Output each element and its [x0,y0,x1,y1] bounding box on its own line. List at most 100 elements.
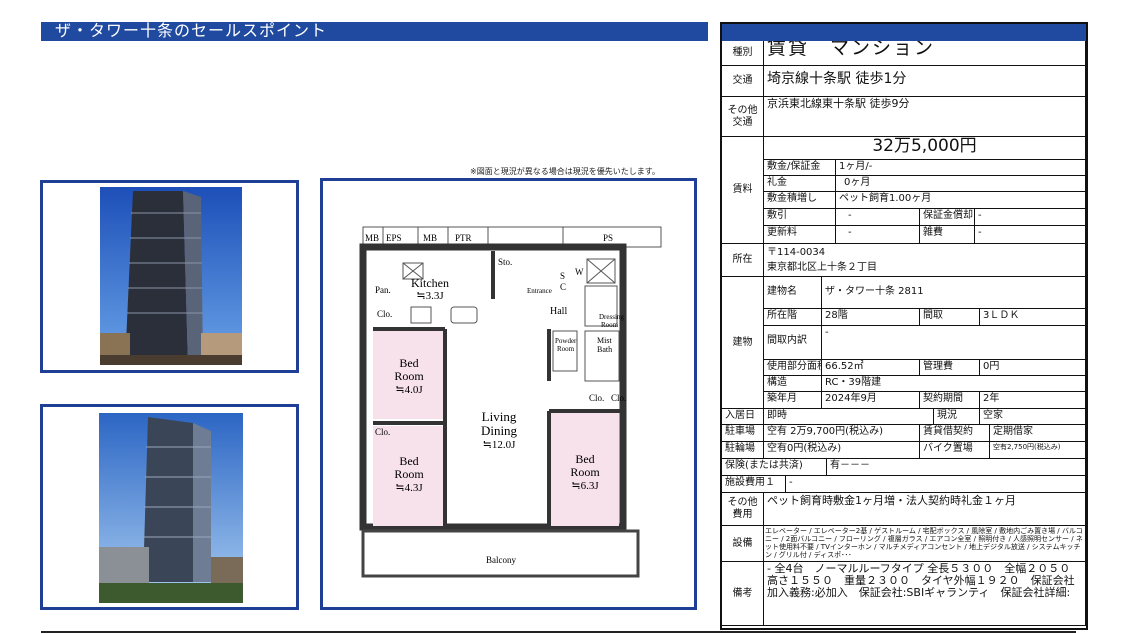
zip-code: 〒114-0034 [767,247,826,258]
key-money-value: 0ヶ月 [836,176,1086,192]
label-kitchen-size: ≒3.3J [416,290,444,302]
bottom-divider [41,631,1076,633]
label-ptr: PTR [455,233,472,243]
misc-label: 雑費 [920,226,975,244]
status-value: 空家 [980,409,1086,425]
label-bed1-size: ≒4.0J [395,384,423,396]
rent-value: 32万5,000円 [764,137,1086,160]
status-label: 現況 [934,409,980,425]
facility-fee-value: - [786,476,1086,493]
deposit-add-label: 敷金積増し [764,192,836,209]
moto-label: バイク置場 [920,442,990,459]
label-clo4: Clo. [611,393,626,403]
facility-fee-label: 施設費用１ [722,476,786,493]
plan-note: ※図面と現況が異なる場合は現況を優先いたします。 [470,167,660,176]
label-bed1-b: Room [394,369,424,383]
layout-label: 間取 [920,309,980,326]
renewal-label: 更新料 [764,226,836,244]
layout-detail-value: - [822,326,1086,360]
label-balcony: Balcony [486,555,516,565]
label-living: Living [482,409,517,424]
address-value: 〒114-0034 東京都北区上十条２丁目 [764,244,1086,277]
label-ps: PS [603,233,613,243]
floor-plan[interactable]: MB EPS MB PTR PS Kitchen ≒3.3J Pan. Clo.… [320,178,697,610]
label-mb2: MB [423,233,437,243]
label-eps: EPS [386,233,402,243]
bike-label: 駐輪場 [722,442,764,459]
building-photo-2[interactable] [40,404,299,610]
equip-label: 設備 [722,526,764,562]
lease-value: 定期借家 [990,425,1086,442]
layout-value: 3ＬＤＫ [980,309,1086,326]
area-value: 66.52㎡ [822,360,920,376]
label-bath: Bath [597,345,612,354]
type-value: 賃貸 マンション [764,41,1086,66]
remarks-value: - 全4台 ノーマルルーフタイプ 全長５３００ 全幅２０５０ 高さ１５５０ 重量… [764,562,1086,626]
built-label: 築年月 [764,392,822,409]
area-label: 使用部分面積 [764,360,822,376]
contract-period-label: 契約期間 [920,392,980,409]
label-clo3: Clo. [589,393,604,403]
parking-value: 空有 2万9,700円(税込み) [764,425,920,442]
other-transit-label: その他交通 [722,97,764,137]
label-clo1: Clo. [377,309,392,319]
property-spec-table: 種別 賃貸 マンション 交通 埼京線十条駅 徒歩1分 その他交通 京浜東北線東十… [720,22,1088,630]
label-mb1: MB [365,233,379,243]
guarantee-label: 保証金償却 [920,209,975,226]
label-entrance: Entrance [527,287,552,295]
rent-label: 賃料 [722,137,764,244]
label-mist: Mist [597,336,612,345]
lease-label: 賃貸借契約 [920,425,990,442]
shikibiki-value: - [836,209,920,226]
bike-value: 空有0円(税込み) [764,442,920,459]
bname-label: 建物名 [764,277,822,309]
label-dressing: Dressing [599,313,624,321]
floor-value: 28階 [822,309,920,326]
label-bed3-b: Room [570,465,600,479]
deposit-label: 敷金/保証金 [764,160,836,176]
floor-label: 所在階 [764,309,822,326]
parking-label: 駐車場 [722,425,764,442]
label-w: W [575,267,584,277]
label-bed2-b: Room [394,467,424,481]
section-title-bar: ザ・タワー十条のセールスポイント [41,21,708,41]
transit-value: 埼京線十条駅 徒歩1分 [764,66,1086,97]
deposit-value: 1ヶ月/- [836,160,1086,176]
structure-label: 構造 [764,376,822,392]
label-clo2: Clo. [375,427,390,437]
label-bed2: Bed [399,454,418,468]
label-powder-b: Room [557,345,575,353]
structure-value: RC・39階建 [822,376,1086,392]
building-photo-1[interactable] [40,180,299,373]
transit-label: 交通 [722,66,764,97]
other-cost-value: ペット飼育時敷金1ヶ月増・法人契約時礼金１ヶ月 [764,493,1086,526]
section-title: ザ・タワー十条のセールスポイント [55,21,328,40]
label-bed1: Bed [399,356,418,370]
moto-value: 空有2,750円(税込み) [990,442,1086,459]
label-c: C [560,282,566,292]
label-s: S [560,271,565,281]
equip-value: エレベーター / エレベーター2基 / ゲストルーム / 宅配ボックス / 風除… [764,526,1086,562]
key-money-label: 礼金 [764,176,836,192]
address-text: 東京都北区上十条２丁目 [767,262,877,273]
move-label: 入居日 [722,409,764,425]
renewal-value: - [836,226,920,244]
bname-value: ザ・タワー十条 2811 [822,277,1086,309]
other-transit-value: 京浜東北線東十条駅 徒歩9分 [764,97,1086,137]
label-powder: Powder [555,337,577,345]
insurance-label: 保険(または共済) [722,459,827,476]
label-dressing-b: Room [601,321,619,329]
label-living-size: ≒12.0J [483,439,516,451]
address-label: 所在 [722,244,764,277]
label-pan: Pan. [375,285,391,295]
guarantee-value: - [975,209,1086,226]
label-sto: Sto. [498,257,512,267]
label-hall: Hall [550,306,567,317]
label-dining: Dining [481,423,518,438]
layout-detail-label: 間取内訳 [764,326,822,360]
contract-period-value: 2年 [980,392,1086,409]
mgmt-label: 管理費 [920,360,980,376]
insurance-value: 有－－－ [827,459,1086,476]
label-bed3-size: ≒6.3J [571,480,599,492]
move-value: 即時 [764,409,934,425]
